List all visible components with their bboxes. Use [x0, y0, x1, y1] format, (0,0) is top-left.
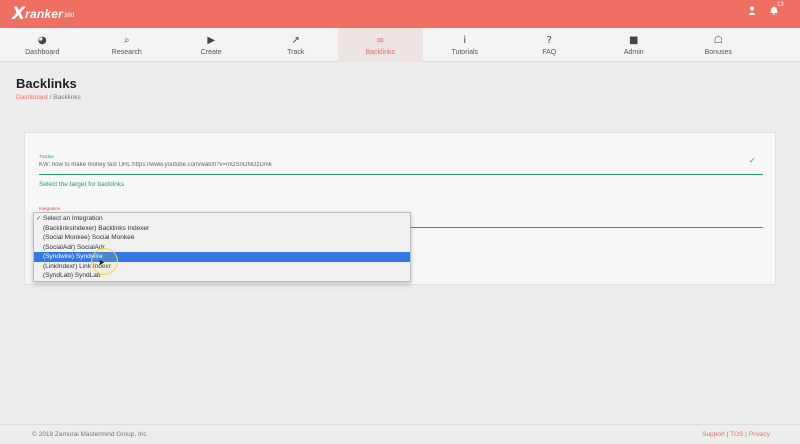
search-icon: ⌕: [123, 34, 130, 46]
tos-link[interactable]: TOS: [730, 431, 743, 438]
copyright-text: © 2018 Zamurai Mastermind Group, Inc: [32, 431, 147, 438]
support-link[interactable]: Support: [702, 431, 725, 438]
integration-label: Integration: [39, 206, 61, 211]
main-nav: ◕ Dashboard ⌕ Research ▶ Create ↗ Track ∞ Backlin…: [0, 28, 800, 62]
gift-icon: ☖: [713, 34, 723, 46]
page-title: Backlinks: [16, 76, 77, 91]
nav-item-bonuses[interactable]: ☖ Bonuses: [676, 28, 761, 62]
ranker-logo[interactable]: X ranker 360: [12, 4, 74, 24]
bell-icon[interactable]: 13: [770, 2, 784, 18]
nav-item-faq[interactable]: ? FAQ: [507, 28, 592, 62]
check-icon: ✓: [749, 156, 756, 165]
footer: © 2018 Zamurai Mastermind Group, Inc Sup…: [0, 424, 800, 444]
dropdown-option[interactable]: (SyndLab) SyndLab: [34, 271, 410, 281]
nav-item-label: FAQ: [542, 48, 557, 56]
trending-up-icon: ↗: [291, 34, 300, 46]
nav-item-label: Backlinks: [365, 48, 396, 56]
nav-item-label: Dashboard: [25, 48, 60, 56]
nav-item-tutorials[interactable]: i Tutorials: [423, 28, 508, 62]
logo-x-mark: X: [12, 4, 25, 24]
footer-links: Support | TOS | Privacy: [702, 431, 770, 438]
nav-item-label: Admin: [623, 48, 644, 56]
breadcrumb-current: Backlinks: [53, 94, 81, 101]
nav-item-label: Bonuses: [704, 48, 732, 56]
mouse-pointer-icon: ➤: [98, 258, 105, 267]
integration-dropdown[interactable]: Select an Integration(BacklinksIndexer) …: [33, 212, 411, 282]
tracker-underline: [39, 174, 763, 175]
nav-item-backlinks[interactable]: ∞ Backlinks: [338, 28, 423, 62]
footer-separator: |: [726, 431, 729, 438]
breadcrumb-separator: /: [49, 94, 52, 101]
notification-count: 13: [777, 2, 784, 8]
info-icon: i: [463, 34, 467, 46]
top-bar: X ranker 360 13: [0, 0, 800, 28]
logo-suffix: 360: [64, 12, 75, 19]
tracker-label: Tracker: [39, 154, 55, 159]
privacy-link[interactable]: Privacy: [749, 431, 770, 438]
dropdown-option[interactable]: (Social Monkee) Social Monkee: [34, 233, 410, 243]
nav-item-research[interactable]: ⌕ Research: [85, 28, 170, 62]
nav-item-dashboard[interactable]: ◕ Dashboard: [0, 28, 85, 62]
tracker-select[interactable]: KW: how to make money fast URL:https://w…: [39, 162, 739, 168]
nav-item-label: Research: [111, 48, 142, 56]
dropdown-option[interactable]: Select an Integration: [34, 214, 410, 224]
link-icon: ∞: [376, 34, 385, 46]
nav-item-create[interactable]: ▶ Create: [169, 28, 254, 62]
nav-item-admin[interactable]: ■ Admin: [592, 28, 677, 62]
footer-separator: |: [745, 431, 747, 438]
dashboard-icon: ◕: [37, 34, 47, 46]
dropdown-option[interactable]: (SocialAdr) SocialAdr: [34, 243, 410, 253]
question-icon: ?: [546, 34, 552, 46]
top-icons: 13: [748, 2, 784, 18]
nav-item-label: Create: [200, 48, 222, 56]
dropdown-option[interactable]: (BacklinksIndexer) Backlinks Indexer: [34, 224, 410, 234]
breadcrumb: Dashboard / Backlinks: [16, 94, 81, 101]
play-icon: ▶: [207, 34, 216, 46]
breadcrumb-dashboard-link[interactable]: Dashboard: [16, 94, 48, 101]
nav-item-label: Tutorials: [451, 48, 479, 56]
tracker-helper-text: Select the target for backlinks: [39, 181, 125, 188]
lock-icon: ■: [629, 34, 639, 46]
nav-item-label: Track: [287, 48, 305, 56]
logo-wordmark: ranker: [25, 7, 64, 21]
nav-item-track[interactable]: ↗ Track: [254, 28, 339, 62]
user-icon[interactable]: [748, 6, 756, 18]
